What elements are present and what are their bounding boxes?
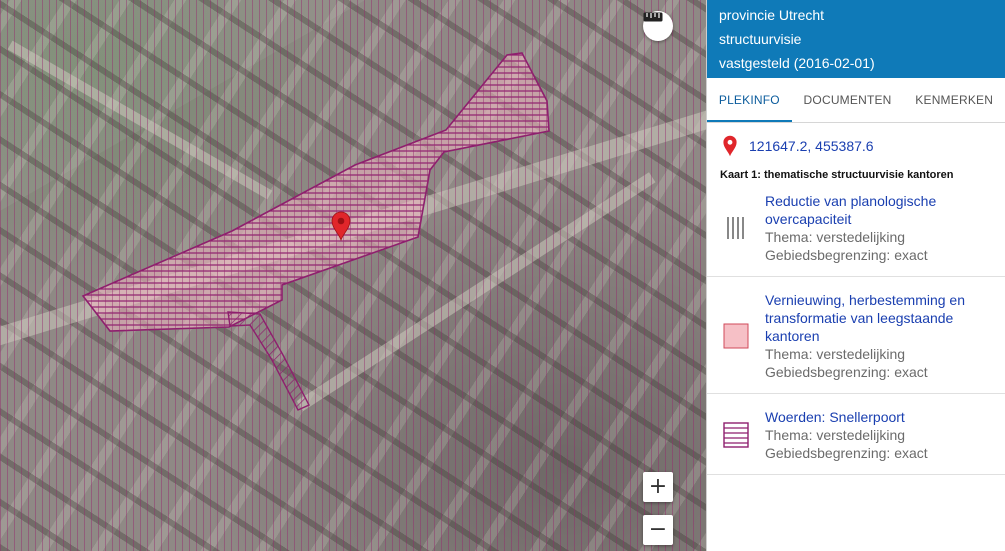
header-organisation: provincie Utrecht [719, 7, 825, 23]
legend-thema: Thema: verstedelijking [765, 229, 906, 245]
measure-button[interactable] [643, 11, 673, 41]
ruler-icon [643, 12, 663, 22]
legend-item: Vernieuwing, herbestemming en transforma… [707, 277, 1005, 394]
legend-item: Woerden: Snellerpoort Thema: verstedelij… [707, 394, 1005, 475]
legend-begrenzing: Gebiedsbegrenzing: exact [765, 364, 928, 380]
map-pin-icon [723, 135, 737, 157]
legend-title-link[interactable]: Reductie van planologische overcapacitei… [765, 192, 993, 228]
vertical-lines-icon [727, 217, 744, 239]
panel-header: provincie Utrecht structuurvisie vastges… [707, 0, 1005, 78]
legend-begrenzing: Gebiedsbegrenzing: exact [765, 247, 928, 263]
tab-documenten[interactable]: DOCUMENTEN [792, 78, 904, 122]
tab-kenmerken[interactable]: KENMERKEN [903, 78, 1005, 122]
legend-begrenzing: Gebiedsbegrenzing: exact [765, 445, 928, 461]
tab-plekinfo[interactable]: PLEKINFO [707, 78, 792, 122]
snellerpoort-strip[interactable] [227, 311, 310, 411]
legend-item: Reductie van planologische overcapacitei… [707, 181, 1005, 277]
map-view[interactable]: + − [0, 0, 706, 551]
legend-title-link[interactable]: Woerden: Snellerpoort [765, 408, 993, 426]
header-plan-type: structuurvisie [719, 31, 802, 47]
horizontal-hatch-icon [723, 422, 749, 448]
legend-thema: Thema: verstedelijking [765, 346, 906, 362]
header-status: vastgesteld (2016-02-01) [719, 55, 875, 71]
panel-tabs: PLEKINFO DOCUMENTEN KENMERKEN [707, 78, 1005, 123]
map-layer-title: Kaart 1: thematische structuurvisie kant… [720, 169, 954, 181]
info-panel: provincie Utrecht structuurvisie vastges… [706, 0, 1005, 551]
zoom-out-button[interactable]: − [643, 515, 673, 545]
zoom-in-button[interactable]: + [643, 472, 673, 502]
plan-area-overlay [81, 52, 550, 411]
location-coordinates: 121647.2, 455387.6 [749, 138, 874, 154]
snellerpoort-area[interactable] [81, 52, 550, 332]
location-row: 121647.2, 455387.6 [707, 123, 1005, 157]
legend-title-link[interactable]: Vernieuwing, herbestemming en transforma… [765, 291, 993, 345]
pink-fill-icon [723, 323, 749, 349]
legend-thema: Thema: verstedelijking [765, 427, 906, 443]
